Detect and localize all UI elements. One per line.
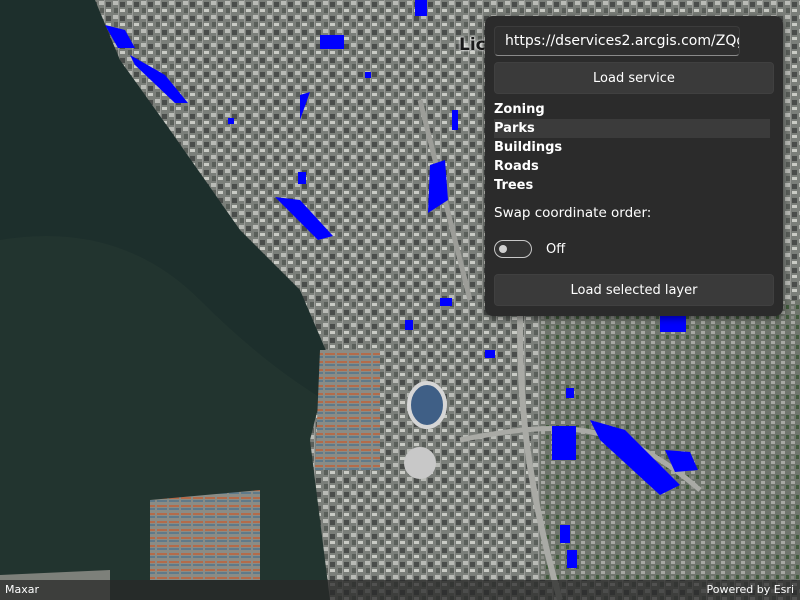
powered-by-esri[interactable]: Powered by Esri [706,583,794,596]
toggle-knob [499,245,507,253]
layer-list: Zoning Parks Buildings Roads Trees [494,100,770,195]
attribution-bar: Maxar Powered by Esri [0,580,800,600]
load-selected-layer-button[interactable]: Load selected layer [494,274,774,306]
swap-coordinate-label: Swap coordinate order: [494,205,652,221]
load-service-button[interactable]: Load service [494,62,774,94]
layer-item-buildings[interactable]: Buildings [494,138,770,157]
layer-item-trees[interactable]: Trees [494,176,770,195]
layer-item-parks[interactable]: Parks [494,119,770,138]
swap-coordinate-toggle[interactable] [494,240,532,258]
attribution-source[interactable]: Maxar [5,583,39,596]
service-url-input[interactable]: https://dservices2.arcgis.com/ZQgQ [494,26,740,56]
layer-item-zoning[interactable]: Zoning [494,100,770,119]
service-url-value: https://dservices2.arcgis.com/ZQgQ [505,33,740,49]
layer-item-roads[interactable]: Roads [494,157,770,176]
map-place-label: Lic [459,35,486,55]
toggle-state-text: Off [546,242,566,257]
layer-loader-panel: https://dservices2.arcgis.com/ZQgQ Load … [485,16,783,316]
